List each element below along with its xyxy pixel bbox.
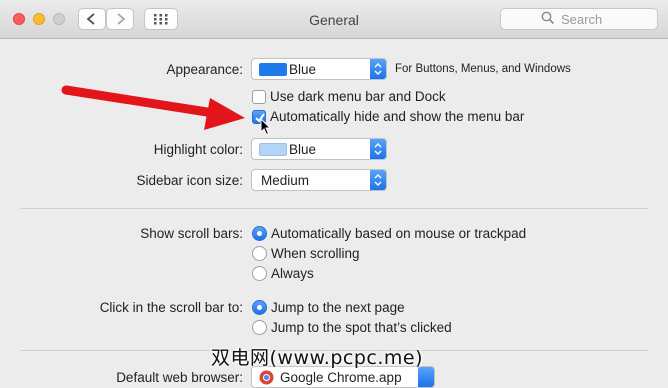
highlight-label: Highlight color: [153,142,243,157]
sidebar-icon-size-stepper [370,170,386,190]
highlight-popup[interactable]: Blue [251,138,387,160]
scroll-click-label: Click in the scroll bar to: [99,300,243,315]
sidebar-icon-size-value: Medium [261,173,310,188]
scroll-bars-radio-always[interactable] [252,266,267,281]
appearance-popup[interactable]: Blue [251,58,387,80]
appearance-stepper [370,59,386,79]
dark-menu-label: Use dark menu bar and Dock [270,89,446,104]
red-arrow-icon [61,85,245,130]
watermark-text: 双电网(www.pcpc.me) [211,347,423,369]
mouse-pointer-icon [260,118,272,136]
scroll-bars-label: Show scroll bars: [140,226,243,241]
sidebar-icon-size-label: Sidebar icon size: [136,173,243,188]
scroll-bars-radio-auto[interactable] [252,226,267,241]
scroll-bars-option-auto: Automatically based on mouse or trackpad [271,226,527,241]
scroll-click-option-next-page: Jump to the next page [271,300,405,315]
appearance-note: For Buttons, Menus, and Windows [395,63,571,75]
highlight-value: Blue [289,142,317,157]
appearance-swatch [259,63,287,76]
scroll-click-radio-next-page[interactable] [252,300,267,315]
scroll-click-radio-spot[interactable] [252,320,267,335]
appearance-value: Blue [289,62,317,77]
chevron-updown-icon [374,174,382,186]
scroll-click-option-spot: Jump to the spot that’s clicked [271,320,452,335]
scroll-bars-option-scrolling: When scrolling [271,246,360,261]
chevron-updown-icon [374,63,382,75]
section-divider [20,208,648,209]
highlight-stepper [370,139,386,159]
dark-menu-checkbox[interactable] [252,90,266,104]
sidebar-icon-size-popup[interactable]: Medium [251,169,387,191]
search-icon [541,11,555,25]
appearance-label: Appearance: [166,62,243,77]
search-placeholder: Search [561,12,603,27]
chevron-updown-icon [374,143,382,155]
scroll-bars-option-always: Always [271,266,314,281]
highlight-swatch [259,143,287,156]
default-browser-stepper [418,367,434,387]
auto-hide-menu-label: Automatically hide and show the menu bar [270,109,525,124]
scroll-bars-radio-scrolling[interactable] [252,246,267,261]
